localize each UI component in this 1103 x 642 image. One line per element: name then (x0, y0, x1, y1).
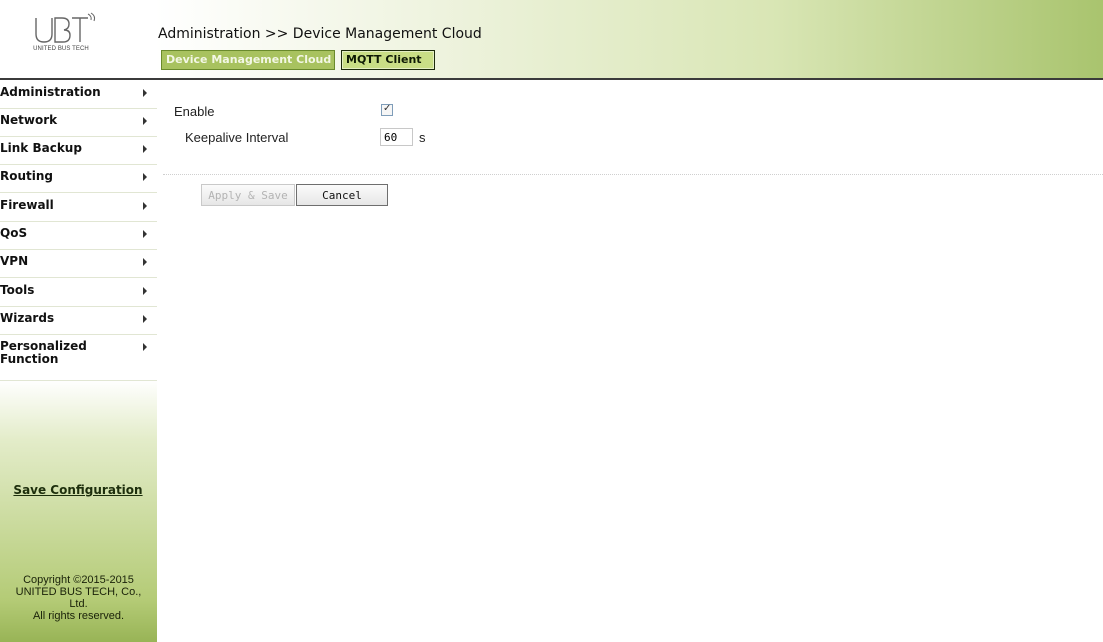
chevron-right-icon (143, 287, 147, 295)
sidebar-item-wizards[interactable]: Wizards (0, 306, 157, 335)
sidebar-item-label: Network (0, 113, 58, 127)
apply-save-button[interactable]: Apply & Save (201, 184, 295, 206)
sidebar-item-label: Link Backup (0, 141, 82, 155)
logo-subtitle: UNITED BUS TECH (33, 46, 89, 52)
chevron-right-icon (143, 145, 147, 153)
sidebar-item-tools[interactable]: Tools (0, 278, 157, 307)
main-content: Enable ✓ Keepalive Interval s Apply & Sa… (157, 80, 1103, 642)
breadcrumb: Administration >> Device Management Clou… (158, 26, 482, 42)
copyright-line: Ltd. (69, 598, 88, 610)
header-bar: UNITED BUS TECH Administration >> Device… (0, 0, 1103, 80)
copyright-line: Copyright ©2015-2015 (23, 574, 134, 586)
copyright-line: All rights reserved. (32, 610, 125, 622)
divider (163, 174, 1103, 175)
chevron-right-icon (143, 258, 147, 266)
keepalive-interval-label: Keepalive Interval (185, 130, 289, 145)
checkmark-icon: ✓ (383, 103, 392, 114)
sidebar-item-label: Tools (0, 283, 35, 297)
chevron-right-icon (143, 202, 147, 210)
keepalive-interval-input[interactable] (380, 128, 413, 146)
chevron-right-icon (143, 89, 147, 97)
chevron-right-icon (143, 343, 147, 351)
chevron-right-icon (143, 230, 147, 238)
sidebar-item-administration[interactable]: Administration (0, 80, 157, 109)
sidebar-item-label: VPN (0, 254, 29, 268)
sidebar-item-vpn[interactable]: VPN (0, 249, 157, 278)
chevron-right-icon (143, 117, 147, 125)
cancel-button[interactable]: Cancel (296, 184, 388, 206)
sidebar-item-personalized-function[interactable]: Personalized Function (0, 334, 157, 381)
tab-mqtt-client[interactable]: MQTT Client (341, 50, 435, 70)
sidebar-item-label: Administration (0, 85, 101, 99)
tab-device-management-cloud[interactable]: Device Management Cloud (161, 50, 335, 70)
sidebar: Administration Network Link Backup Routi… (0, 80, 157, 642)
copyright-line: UNITED BUS TECH, Co., (15, 586, 142, 598)
ubt-logo-mark (35, 12, 96, 43)
sidebar-item-routing[interactable]: Routing (0, 164, 157, 193)
sidebar-item-label: Routing (0, 169, 54, 183)
enable-label: Enable (174, 104, 215, 119)
sidebar-item-link-backup[interactable]: Link Backup (0, 136, 157, 165)
keepalive-unit-label: s (419, 130, 426, 145)
sidebar-item-network[interactable]: Network (0, 108, 157, 137)
ubt-logo: UNITED BUS TECH (30, 12, 122, 58)
copyright-text: Copyright ©2015-2015 UNITED BUS TECH, Co… (0, 574, 157, 622)
sidebar-item-label: Personalized Function (0, 339, 87, 366)
sidebar-item-firewall[interactable]: Firewall (0, 193, 157, 222)
chevron-right-icon (143, 315, 147, 323)
sidebar-item-qos[interactable]: QoS (0, 221, 157, 250)
save-configuration-link[interactable]: Save Configuration (8, 483, 148, 497)
enable-checkbox[interactable]: ✓ (381, 103, 393, 116)
sidebar-item-label: Wizards (0, 311, 55, 325)
chevron-right-icon (143, 173, 147, 181)
sidebar-item-label: QoS (0, 226, 28, 240)
sidebar-item-label: Firewall (0, 198, 54, 212)
